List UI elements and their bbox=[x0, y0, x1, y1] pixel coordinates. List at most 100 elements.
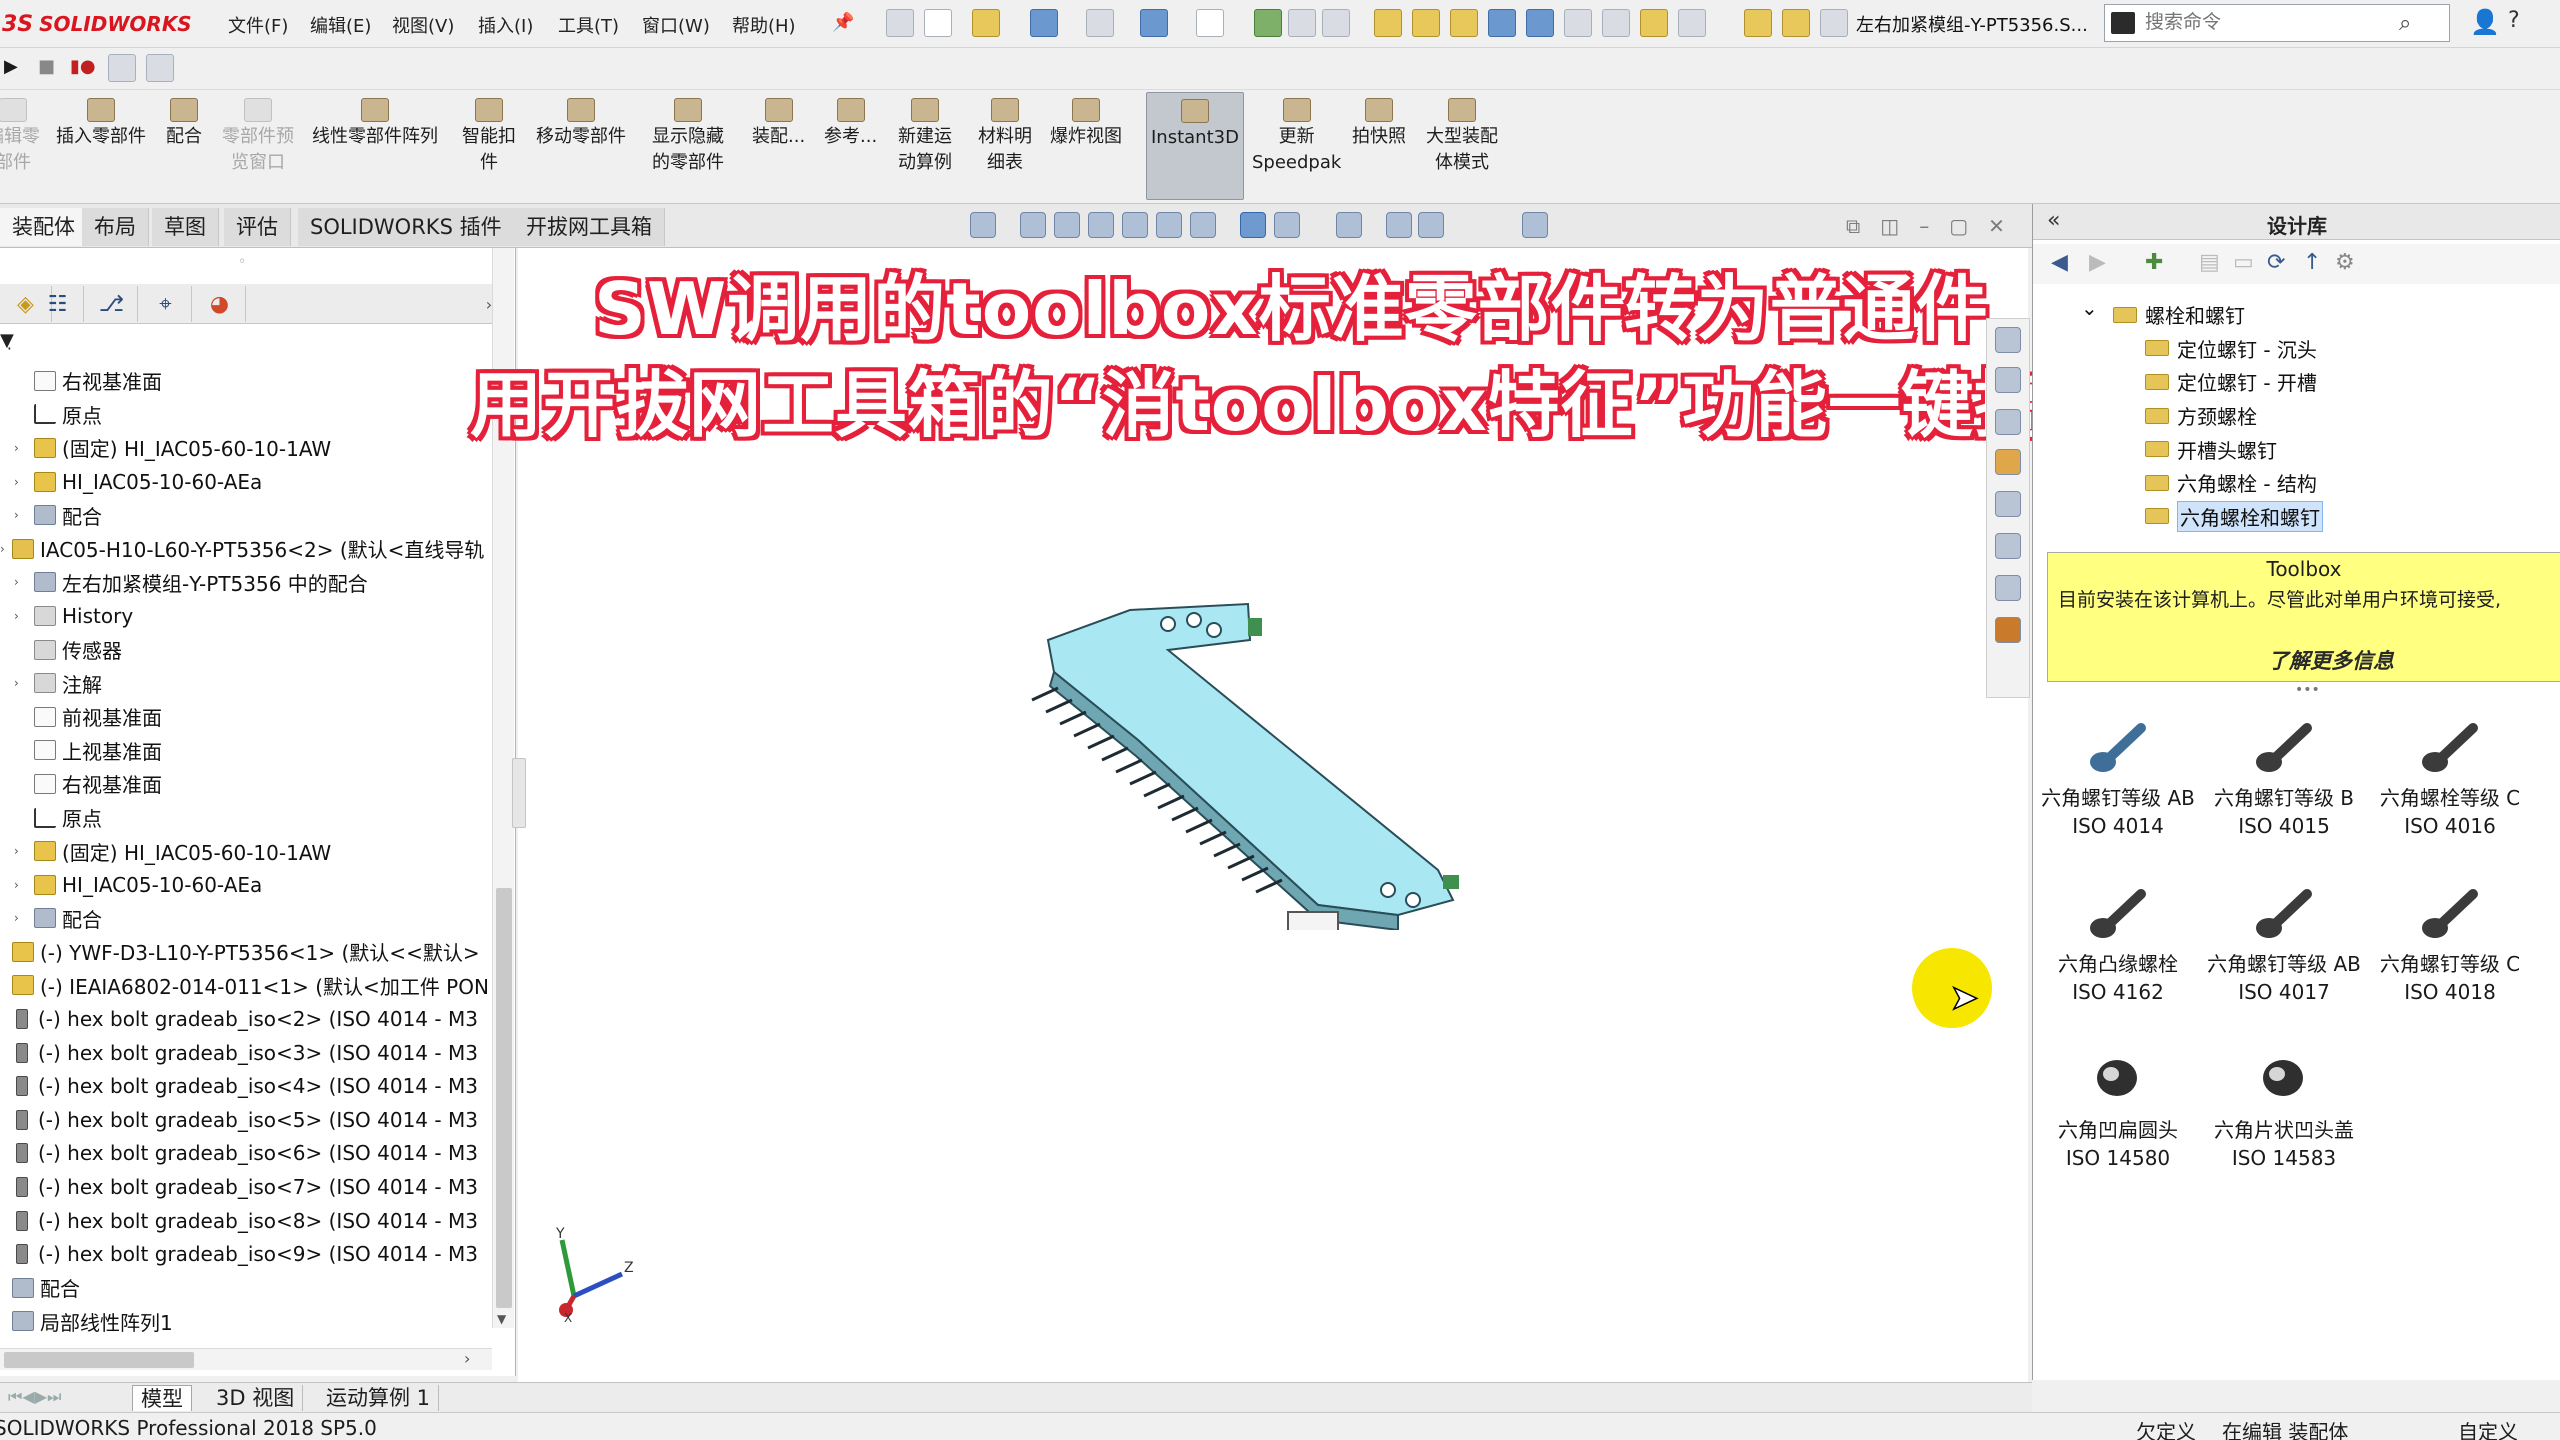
toolbox-settings-icon[interactable]: ⚙ bbox=[2335, 250, 2355, 275]
solidworks-logo[interactable]: 3S SOLIDWORKS bbox=[0, 6, 192, 42]
expand-arrow-icon[interactable]: › bbox=[14, 475, 30, 489]
panel-splitter-handle[interactable]: ◦ bbox=[238, 254, 246, 270]
toolbox-part-item[interactable]: 六角凸缘螺栓 ISO 4162 bbox=[2033, 874, 2203, 1006]
bill-of-materials-button[interactable]: 材料明 细表 bbox=[978, 98, 1032, 176]
expand-arrow-icon[interactable]: › bbox=[14, 676, 30, 690]
tree-hscroll-thumb[interactable] bbox=[4, 1352, 194, 1368]
edit-component-button[interactable]: 编辑零部件 bbox=[0, 98, 40, 176]
tile-icon[interactable]: ◫ bbox=[1880, 214, 1899, 238]
addin-icon-6[interactable] bbox=[1564, 9, 1592, 37]
tree-node[interactable]: › 左右加紧模组-Y-PT5356 中的配合 bbox=[0, 566, 500, 600]
library-folder[interactable]: ⌄ 螺栓和螺钉 bbox=[2033, 296, 2560, 332]
previous-view-icon[interactable] bbox=[1088, 212, 1114, 238]
hscroll-right-icon[interactable]: › bbox=[464, 1349, 470, 1368]
addin-icon-8[interactable] bbox=[1640, 9, 1668, 37]
update-speedpak-button[interactable]: 更新 Speedpak bbox=[1252, 98, 1341, 176]
tree-node[interactable]: (-) hex bolt gradeab_iso<3> (ISO 4014 - … bbox=[0, 1036, 500, 1070]
view-settings-icon[interactable] bbox=[1418, 212, 1444, 238]
tree-node[interactable]: › IAC05-H10-L60-Y-PT5356<2> (默认<直线导轨 bbox=[0, 532, 500, 566]
tab-kaibawang-toolbox[interactable]: 开拔网工具箱 bbox=[514, 208, 665, 246]
tree-node[interactable]: 原点 bbox=[0, 801, 500, 835]
command-search-icon[interactable] bbox=[2111, 12, 2135, 34]
library-folder[interactable]: 方颈螺栓 bbox=[2033, 399, 2560, 433]
menu-file[interactable]: 文件(F) bbox=[228, 12, 288, 38]
addin-icon-2[interactable] bbox=[1412, 9, 1440, 37]
expand-arrow-icon[interactable]: › bbox=[14, 878, 30, 892]
create-folder-icon[interactable]: ▭ bbox=[2233, 250, 2254, 275]
toolbox-part-item[interactable]: 六角螺钉等级 AB ISO 4014 bbox=[2033, 708, 2203, 840]
addin-icon-4[interactable] bbox=[1488, 9, 1516, 37]
record-icon[interactable]: ▮● bbox=[70, 56, 96, 77]
help-icon[interactable]: ? bbox=[2508, 8, 2520, 33]
toolbox-part-item[interactable]: 六角凹扁圆头 ISO 14580 bbox=[2033, 1040, 2203, 1172]
exploded-view-button[interactable]: 爆炸视图 bbox=[1050, 98, 1122, 150]
tree-node[interactable]: › HI_IAC05-10-60-AEa bbox=[0, 465, 500, 499]
back-icon[interactable]: ◀ bbox=[2051, 250, 2068, 275]
tree-node[interactable]: (-) hex bolt gradeab_iso<7> (ISO 4014 - … bbox=[0, 1170, 500, 1204]
library-folder[interactable]: 六角螺栓 - 结构 bbox=[2033, 466, 2560, 500]
magnifier-icon[interactable]: ⌕ bbox=[2399, 11, 2411, 36]
tree-node[interactable]: › 配合 bbox=[0, 498, 500, 532]
menu-help[interactable]: 帮助(H) bbox=[732, 12, 796, 38]
forward-icon[interactable]: ▶ bbox=[2089, 250, 2106, 275]
toolbox-part-item[interactable]: 六角螺钉等级 AB ISO 4017 bbox=[2199, 874, 2369, 1006]
custom-properties-icon[interactable] bbox=[1995, 533, 2021, 559]
tree-node[interactable]: (-) IEAIA6802-014-011<1> (默认<加工件 PON bbox=[0, 969, 500, 1003]
tree-node[interactable]: › 配合 bbox=[0, 902, 500, 936]
tab-3d-view[interactable]: 3D 视图 bbox=[208, 1385, 304, 1411]
tab-assembly[interactable]: 装配体 bbox=[0, 208, 88, 246]
addin-icon-7[interactable] bbox=[1602, 9, 1630, 37]
refresh-icon[interactable]: ⟳ bbox=[2267, 250, 2285, 275]
tab-scroll-icons[interactable]: ⏮◀▶⏭ bbox=[8, 1387, 61, 1407]
tree-node[interactable]: 配合 bbox=[0, 1271, 500, 1305]
view-palette-icon[interactable] bbox=[1995, 449, 2021, 475]
learn-more-link[interactable]: 了解更多信息 bbox=[2268, 645, 2394, 675]
macro-icon[interactable] bbox=[108, 54, 136, 82]
tree-node[interactable]: (-) YWF-D3-L10-Y-PT5356<1> (默认<<默认> bbox=[0, 935, 500, 969]
addin-icon-10[interactable] bbox=[1744, 9, 1772, 37]
tree-node[interactable]: (-) hex bolt gradeab_iso<8> (ISO 4014 - … bbox=[0, 1204, 500, 1238]
select-icon[interactable] bbox=[1196, 9, 1224, 37]
tree-node[interactable]: 前视基准面 bbox=[0, 700, 500, 734]
tree-node[interactable]: 右视基准面 bbox=[0, 364, 500, 398]
toolbox-icon[interactable] bbox=[1995, 617, 2021, 643]
search-commands-box[interactable]: ⌕ bbox=[2104, 4, 2450, 42]
menu-view[interactable]: 视图(V) bbox=[392, 12, 454, 38]
toolbox-part-item[interactable]: 六角片状凹头盖 ISO 14583 bbox=[2199, 1040, 2369, 1172]
edit-appearance-icon[interactable] bbox=[1336, 212, 1362, 238]
tree-scroll-thumb[interactable] bbox=[496, 888, 512, 1308]
tree-node[interactable]: 原点 bbox=[0, 398, 500, 432]
property-manager-tab-icon[interactable]: ☷ bbox=[32, 286, 84, 322]
tab-layout[interactable]: 布局 bbox=[82, 208, 149, 246]
restore-panel-icon[interactable]: ⧉ bbox=[1846, 214, 1860, 238]
hide-show-icon[interactable] bbox=[1274, 212, 1300, 238]
dynamic-annotation-icon[interactable] bbox=[1156, 212, 1182, 238]
addin-icon-3[interactable] bbox=[1450, 9, 1478, 37]
tree-node[interactable]: 上视基准面 bbox=[0, 734, 500, 768]
menu-edit[interactable]: 编辑(E) bbox=[310, 12, 371, 38]
panel-collapse-handle[interactable] bbox=[512, 758, 526, 828]
smart-fasteners-button[interactable]: 智能扣件 bbox=[462, 98, 516, 176]
configuration-tab-icon[interactable]: ⎇ bbox=[86, 286, 138, 322]
play-icon[interactable]: ▶ bbox=[4, 56, 18, 77]
tree-node[interactable]: › (固定) HI_IAC05-60-10-1AW bbox=[0, 834, 500, 868]
tree-filter-icon[interactable]: ▼̣ bbox=[0, 330, 14, 351]
solidworks-resources-icon[interactable] bbox=[1995, 327, 2021, 353]
dimxpert-tab-icon[interactable]: ⌖ bbox=[140, 286, 192, 322]
save-icon[interactable] bbox=[1030, 9, 1058, 37]
add-file-location-icon[interactable]: ▤ bbox=[2199, 250, 2220, 275]
menu-tools[interactable]: 工具(T) bbox=[558, 12, 619, 38]
tree-node[interactable]: (-) hex bolt gradeab_iso<4> (ISO 4014 - … bbox=[0, 1069, 500, 1103]
home-icon[interactable] bbox=[886, 9, 914, 37]
tree-horizontal-scrollbar[interactable]: › bbox=[0, 1348, 492, 1370]
insert-components-button[interactable]: 插入零部件 bbox=[56, 98, 146, 150]
tree-node[interactable]: (-) hex bolt gradeab_iso<6> (ISO 4014 - … bbox=[0, 1137, 500, 1171]
file-properties-icon[interactable] bbox=[1288, 9, 1316, 37]
open-icon[interactable] bbox=[972, 9, 1000, 37]
component-preview-button[interactable]: 零部件预 览窗口 bbox=[222, 98, 294, 176]
addin-icon-11[interactable] bbox=[1782, 9, 1810, 37]
tree-node[interactable]: › 注解 bbox=[0, 666, 500, 700]
tree-node[interactable]: › History bbox=[0, 599, 500, 633]
display-monitor-icon[interactable] bbox=[1522, 212, 1548, 238]
toolbox-part-item[interactable]: 六角螺栓等级 C ISO 4016 bbox=[2365, 708, 2535, 840]
